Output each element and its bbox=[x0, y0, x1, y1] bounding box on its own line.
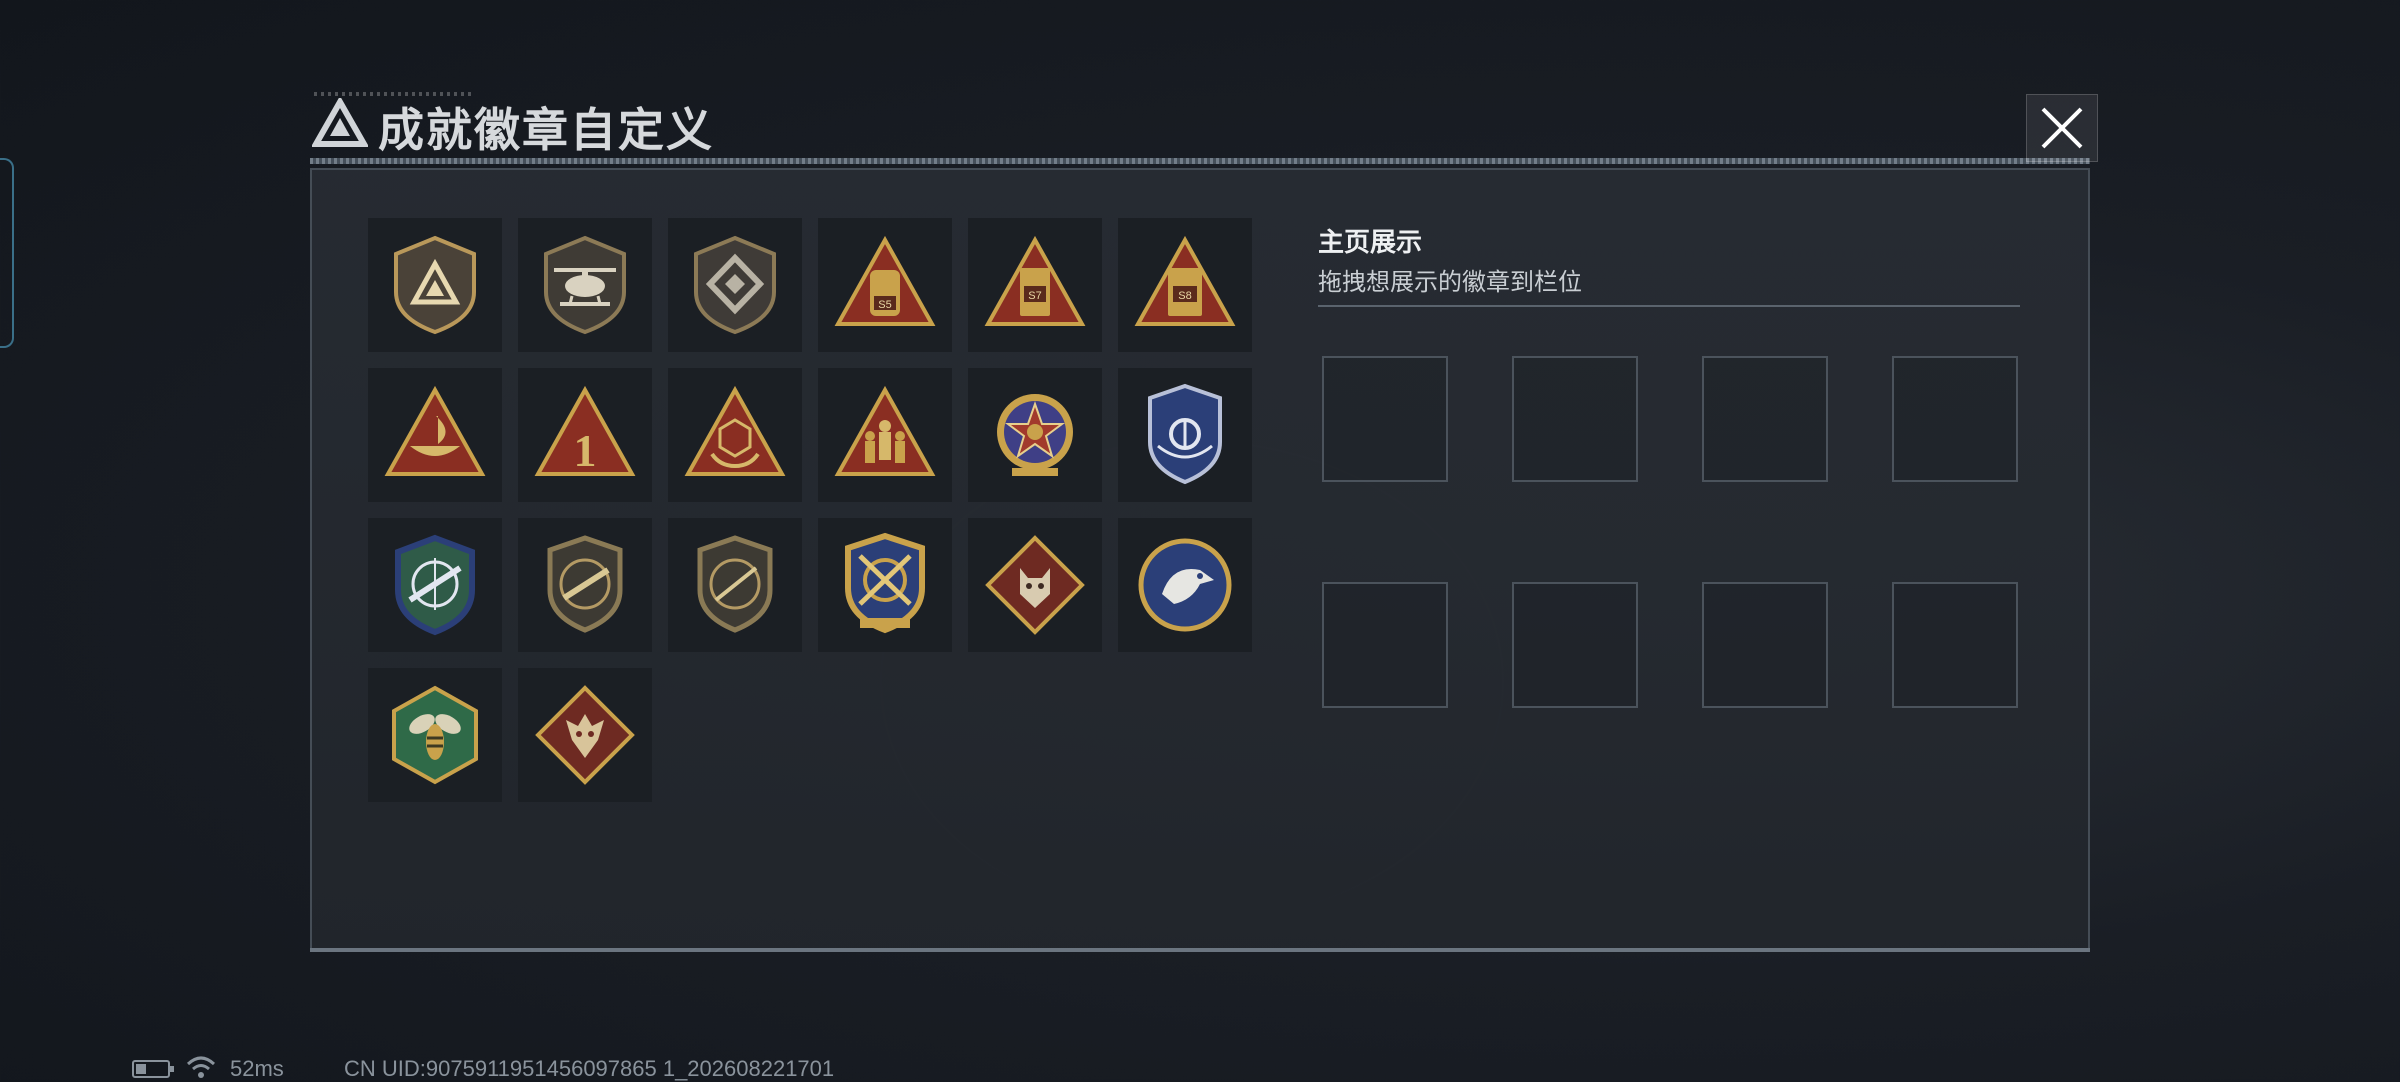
player-uid: CN UID:9075911951456097865 1_20260822170… bbox=[344, 1056, 835, 1081]
badge-label: S7 bbox=[1028, 290, 1041, 302]
showcase-slot-5[interactable] bbox=[1322, 582, 1448, 708]
showcase-slot-7[interactable] bbox=[1702, 582, 1828, 708]
panel-bottom-edge bbox=[310, 948, 2090, 952]
badge-slot[interactable]: 1 bbox=[518, 368, 652, 502]
page-title: 成就徽章自定义 bbox=[378, 104, 714, 156]
side-tab-handle[interactable] bbox=[0, 158, 14, 348]
diamond-emblem-shield-badge-icon bbox=[694, 235, 776, 335]
badge-slot[interactable]: S7 bbox=[968, 218, 1102, 352]
crossed-weapons-gold-shield-badge-icon bbox=[845, 532, 925, 634]
badge-slot[interactable] bbox=[818, 518, 952, 652]
close-button[interactable] bbox=[2026, 94, 2098, 162]
badge-slot[interactable] bbox=[518, 518, 652, 652]
badge-slot[interactable]: S5 bbox=[818, 218, 952, 352]
badge-slot[interactable] bbox=[518, 218, 652, 352]
showcase-slot-6[interactable] bbox=[1512, 582, 1638, 708]
triangle-logo-icon bbox=[312, 98, 368, 147]
eagle-round-badge-icon bbox=[1138, 538, 1232, 632]
boat-triangle-badge-icon bbox=[384, 385, 486, 476]
showcase-slot-1[interactable] bbox=[1322, 356, 1448, 482]
badge-slot[interactable] bbox=[668, 218, 802, 352]
rifle-crosshair-blue-shield-badge-icon bbox=[395, 534, 475, 636]
badge-grid: S5 S7 S8 1 bbox=[368, 218, 1252, 802]
showcase-slot-4[interactable] bbox=[1892, 356, 2018, 482]
blue-shield-eagle-badge-icon bbox=[1148, 383, 1222, 485]
wolf-diamond-badge-icon bbox=[985, 535, 1085, 635]
battery-icon bbox=[132, 1060, 174, 1078]
badge-slot[interactable] bbox=[368, 668, 502, 802]
close-icon bbox=[2041, 107, 2083, 149]
badge-slot[interactable] bbox=[518, 668, 652, 802]
badge-label: 1 bbox=[574, 425, 597, 476]
number-one-triangle-badge-icon: 1 bbox=[534, 385, 636, 476]
badge-slot[interactable] bbox=[1118, 368, 1252, 502]
badge-slot[interactable]: S8 bbox=[1118, 218, 1252, 352]
showcase-title: 主页展示 bbox=[1318, 227, 1423, 257]
showcase-slot-8[interactable] bbox=[1892, 582, 2018, 708]
ping-readout: 52ms bbox=[230, 1056, 284, 1081]
rifle-bronze-shield-badge-icon bbox=[547, 535, 623, 633]
s7-tower-triangle-badge-icon: S7 bbox=[984, 235, 1086, 326]
badge-slot[interactable] bbox=[968, 518, 1102, 652]
showcase-instruction: 拖拽想展示的徽章到栏位 bbox=[1318, 269, 1582, 296]
triangle-logo-shield-badge-icon bbox=[394, 235, 476, 335]
badge-slot[interactable] bbox=[668, 368, 802, 502]
showcase-slot-3[interactable] bbox=[1702, 356, 1828, 482]
badge-slot[interactable] bbox=[668, 518, 802, 652]
showcase-slot-2[interactable] bbox=[1512, 356, 1638, 482]
title-divider bbox=[310, 158, 2090, 164]
badge-label: S5 bbox=[878, 299, 891, 311]
badge-slot[interactable] bbox=[368, 518, 502, 652]
dice-triangle-badge-icon bbox=[684, 385, 786, 476]
badge-slot[interactable] bbox=[968, 368, 1102, 502]
title-bar: 成就徽章自定义 bbox=[296, 88, 2096, 164]
star-medal-badge-icon bbox=[997, 394, 1073, 476]
s5-tower-triangle-badge-icon: S5 bbox=[834, 235, 936, 326]
wifi-icon bbox=[186, 1056, 216, 1078]
helicopter-shield-badge-icon bbox=[544, 235, 626, 335]
wasp-hexagon-badge-icon bbox=[392, 685, 478, 785]
sniper-bronze-shield-badge-icon bbox=[697, 535, 773, 633]
dragon-diamond-badge-icon bbox=[535, 685, 635, 785]
badge-slot[interactable] bbox=[368, 218, 502, 352]
soldiers-triangle-badge-icon bbox=[834, 385, 936, 476]
badge-label: S8 bbox=[1178, 290, 1191, 302]
s8-tower-triangle-badge-icon: S8 bbox=[1134, 235, 1236, 326]
badge-slot[interactable] bbox=[1118, 518, 1252, 652]
showcase-divider bbox=[1318, 305, 2020, 307]
badge-slot[interactable] bbox=[368, 368, 502, 502]
badge-slot[interactable] bbox=[818, 368, 952, 502]
